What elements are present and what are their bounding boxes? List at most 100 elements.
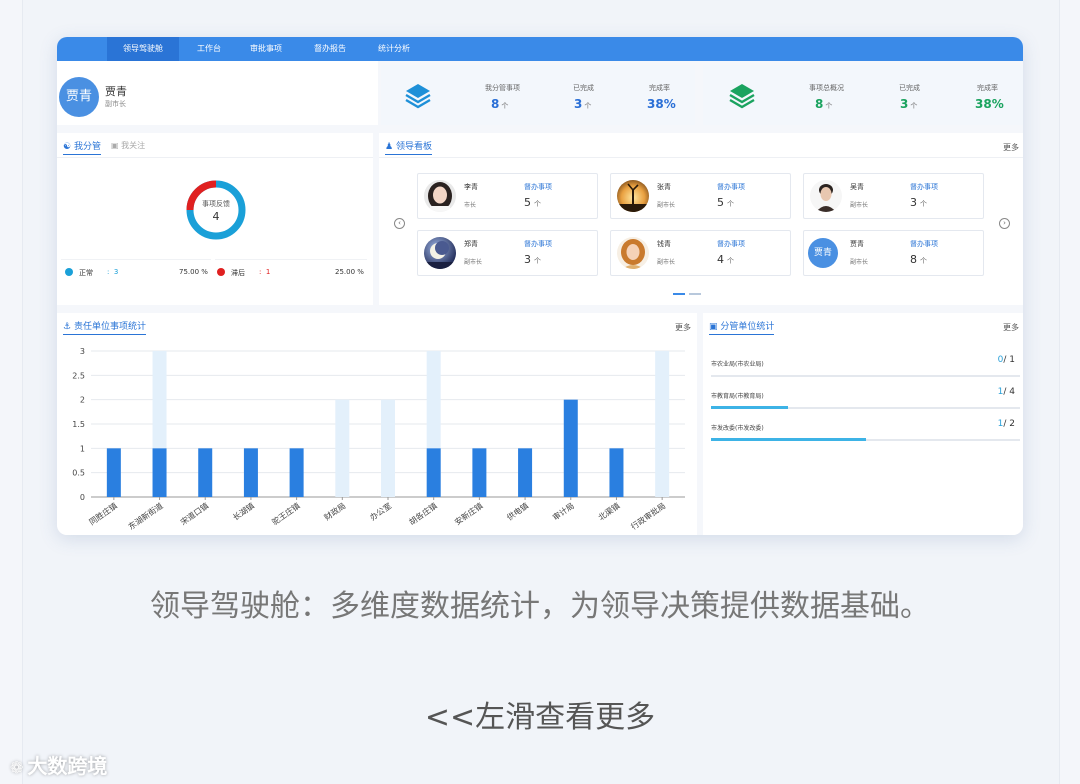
bar — [426, 448, 441, 497]
leader-photo-woman-2 — [617, 237, 649, 269]
leader-board-card: ♟ 领导看板 更多 ‹ › 李青 市长 督办事项 5个 张青 副市长 督办事项 … — [379, 133, 1023, 305]
tab-my-follow[interactable]: ▣ 我关注 — [111, 140, 145, 151]
bar — [243, 448, 258, 497]
bar-background — [335, 399, 350, 497]
y-tick-label: 0.5 — [72, 469, 85, 478]
x-tick-label: 安新庄镇 — [453, 500, 485, 527]
x-tick-label: 供电镇 — [505, 500, 530, 522]
x-tick-label: 胡各庄镇 — [407, 500, 439, 527]
leader-task-label: 督办事项 — [910, 240, 938, 248]
tab-my-division[interactable]: ☯ 我分管 — [63, 139, 101, 155]
responsibility-bar-chart: 0 0.5 1 1.5 2 2.5 3 同胜庄镇 东湖新街道 宋道口镇 长湖镇 驼王庄镇 财政局 办公室胡… — [72, 347, 685, 532]
layers-icon — [729, 84, 755, 109]
leader-name: 贾青 — [850, 240, 864, 248]
leader-photo-sunset — [617, 180, 649, 212]
swipe-hint[interactable]: <<左滑查看更多 — [0, 692, 1080, 736]
y-tick-label: 0 — [80, 493, 85, 502]
legend-delayed-value: : 1 — [259, 268, 271, 276]
profile-card: 贾青 贾青 副市长 — [57, 61, 378, 125]
unit-stats-more-link[interactable]: 更多 — [1003, 322, 1019, 333]
legend-delayed: 滞后 : 1 25.00 % — [215, 259, 367, 286]
y-tick-label: 3 — [80, 347, 85, 356]
bar-background — [381, 399, 395, 497]
nav-item-cockpit[interactable]: 领导驾驶舱 — [107, 37, 179, 61]
leader-task-count: 4个 — [717, 253, 734, 266]
leader-board-more-link[interactable]: 更多 — [1003, 142, 1019, 153]
bar — [563, 399, 578, 497]
leader-role: 副市长 — [657, 259, 676, 266]
x-tick-label: 驼王庄镇 — [270, 500, 302, 527]
overall-stats-card: 事项总概况 8个 已完成 3个 完成率 38% — [703, 65, 1023, 125]
leader-task-count: 5个 — [524, 196, 541, 209]
profile-role: 副市长 — [105, 100, 126, 108]
unit-progress-track — [711, 406, 1020, 409]
leader-card[interactable]: 郑青 副市长 督办事项 3个 — [417, 230, 598, 276]
leader-role: 市长 — [464, 202, 477, 209]
bar — [198, 448, 213, 497]
y-tick-label: 2 — [80, 396, 85, 405]
nav-item-supervise-report[interactable]: 督办报告 — [297, 37, 363, 61]
bar — [518, 448, 533, 497]
bar — [289, 448, 304, 497]
y-tick-label: 1.5 — [72, 420, 85, 429]
bar — [152, 448, 167, 497]
carousel-dot[interactable] — [689, 293, 701, 295]
legend-normal: 正常 : 3 75.00 % — [61, 259, 211, 286]
unit-row-label: 市教育局(市教育局) — [711, 393, 764, 400]
leader-photo-moon — [424, 237, 456, 269]
leader-card[interactable]: 张青 副市长 督办事项 5个 — [610, 173, 791, 219]
leader-card[interactable]: 贾青 贾青 副市长 督办事项 8个 — [803, 230, 984, 276]
x-tick-label: 东湖新街道 — [126, 500, 165, 531]
unit-stats-card: ▣ 分管单位统计 更多 市农业局(市农业局) 0/ 1 市教育局(市教育局) 1… — [703, 313, 1023, 535]
leader-board-title[interactable]: ♟ 领导看板 — [385, 139, 432, 155]
nav-item-statistics[interactable]: 统计分析 — [369, 37, 419, 61]
leader-role: 副市长 — [657, 202, 676, 209]
x-tick-label: 审计局 — [551, 500, 576, 522]
prev-arrow-icon[interactable]: ‹ — [394, 218, 405, 229]
unit-row-value: 1/ 4 — [997, 387, 1015, 397]
dashboard-screenshot: 领导驾驶舱 工作台 审批事项 督办报告 统计分析 贾青 贾青 副市长 我分管事项… — [57, 37, 1023, 535]
my-managed-value: 8个 — [491, 97, 509, 111]
my-completed-value: 3个 — [574, 97, 592, 111]
next-arrow-icon[interactable]: › — [999, 218, 1010, 229]
leader-task-count: 5个 — [717, 196, 734, 209]
overall-rate-value: 38% — [975, 97, 1004, 111]
leader-text-avatar: 贾青 — [808, 238, 838, 268]
legend-normal-value: : 3 — [107, 268, 119, 276]
layers-icon — [405, 84, 431, 109]
donut-total: 4 — [212, 210, 220, 223]
x-tick-label: 财政局 — [322, 500, 347, 522]
unit-stats-title[interactable]: ▣ 分管单位统计 — [709, 319, 775, 335]
bar-background — [655, 351, 670, 497]
top-nav: 领导驾驶舱 工作台 审批事项 督办报告 统计分析 — [57, 37, 1023, 61]
my-rate-value: 38% — [647, 97, 676, 111]
leader-name: 吴青 — [850, 183, 864, 191]
nav-item-approval[interactable]: 审批事项 — [241, 37, 291, 61]
unit-row-value: 0/ 1 — [997, 355, 1015, 365]
x-tick-label: 办公室 — [368, 500, 393, 522]
legend-normal-name: 正常 — [79, 269, 93, 277]
nav-item-workbench[interactable]: 工作台 — [185, 37, 233, 61]
leader-card[interactable]: 吴青 副市长 督办事项 3个 — [803, 173, 984, 219]
leader-task-label: 督办事项 — [524, 183, 552, 191]
leader-task-count: 3个 — [524, 253, 541, 266]
my-stats-card: 我分管事项 8个 已完成 3个 完成率 38% — [381, 65, 695, 125]
carousel-dot-active[interactable] — [673, 293, 685, 295]
leader-card[interactable]: 李青 市长 督办事项 5个 — [417, 173, 598, 219]
responsibility-chart-title[interactable]: ⚓ 责任单位事项统计 — [63, 319, 146, 335]
leader-task-label: 督办事项 — [717, 240, 745, 248]
leader-task-count: 3个 — [910, 196, 927, 209]
divider — [57, 157, 373, 158]
leader-card[interactable]: 钱青 副市长 督办事项 4个 — [610, 230, 791, 276]
unit-progress-track — [711, 438, 1020, 441]
unit-progress-track — [711, 375, 1020, 377]
responsibility-chart-more-link[interactable]: 更多 — [675, 322, 691, 333]
bar — [609, 448, 624, 497]
y-tick-label: 1 — [80, 444, 85, 453]
legend-normal-percent: 75.00 % — [179, 268, 208, 276]
leader-photo-woman — [424, 180, 456, 212]
x-tick-label: 宋道口镇 — [178, 500, 210, 527]
leader-photo-man — [810, 180, 842, 212]
leader-role: 副市长 — [464, 259, 483, 266]
responsibility-chart-card: ⚓ 责任单位事项统计 更多 0 0.5 1 1.5 2 2.5 3 同胜庄镇 东湖新街道 宋道口镇… — [57, 313, 697, 535]
